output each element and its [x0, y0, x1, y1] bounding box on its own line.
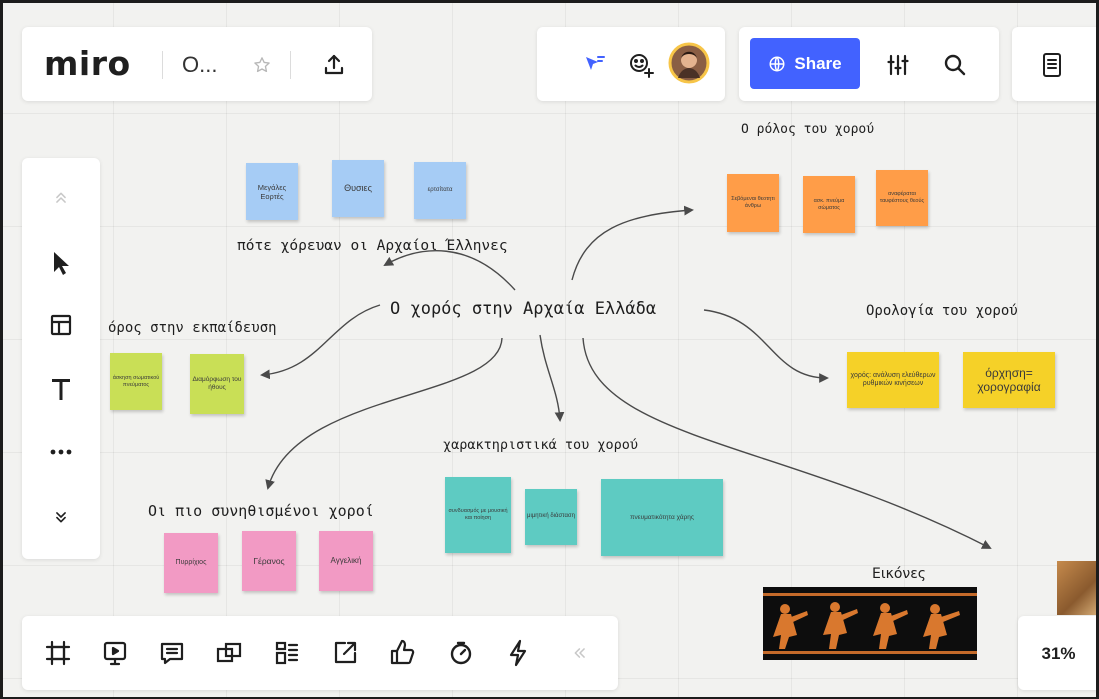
connector-education: [260, 304, 381, 380]
sticky-note[interactable]: ερτσίτατα: [414, 162, 466, 219]
more-tools-icon[interactable]: [44, 440, 78, 464]
voting-icon[interactable]: [385, 635, 419, 669]
connector-when: [383, 250, 516, 291]
sticky-note[interactable]: αναφέραται ταυφέστους θεούς: [876, 170, 928, 226]
sticky-note[interactable]: συνδυασμός με μουσική και ποίηση: [445, 477, 511, 553]
collapse-left-icon[interactable]: [568, 641, 592, 665]
timer-icon[interactable]: [445, 637, 477, 669]
sticky-note[interactable]: Διαμόρφωση του ήθους: [190, 354, 244, 414]
divider: [162, 51, 163, 79]
sticky-note[interactable]: χορός: ανάλυση ελεύθερων ρυθμικών κινήσε…: [847, 352, 939, 408]
share-screen-icon[interactable]: [329, 637, 361, 669]
collapse-up-icon[interactable]: [46, 186, 76, 210]
bottom-toolbar: [22, 616, 618, 690]
miro-logo[interactable]: miro: [44, 44, 131, 83]
user-avatar[interactable]: [667, 41, 711, 85]
zoom-level[interactable]: 31%: [1018, 644, 1099, 664]
sticky-note[interactable]: όρχηση= χορογραφία: [963, 352, 1055, 408]
connector-common: [265, 337, 503, 490]
left-toolbar: [22, 158, 100, 559]
statue-photo-image[interactable]: [1057, 561, 1099, 615]
sticky-note[interactable]: Θυσιες: [332, 160, 384, 217]
greek-dance-fresco-image[interactable]: [763, 587, 977, 660]
sticky-note[interactable]: Γέρανος: [242, 531, 296, 591]
sticky-note[interactable]: Σεβόμεναι θεοτητι άνθρω: [727, 174, 779, 232]
connector-characteristics: [539, 334, 565, 422]
sticky-note[interactable]: ασκ. πνεύμα σώματος: [803, 176, 855, 233]
frames-icon[interactable]: [42, 637, 74, 669]
sticky-note[interactable]: πνευματικότητα χάρης: [601, 479, 723, 556]
board-name[interactable]: O...: [182, 52, 217, 78]
collaboration-panel: [537, 27, 725, 101]
share-button-label: Share: [794, 53, 842, 73]
connector-terminology: [703, 309, 829, 383]
connector-role: [571, 205, 694, 281]
notes-panel: [1012, 27, 1099, 101]
group-label-education[interactable]: όρος στην εκπαίδευση: [108, 320, 277, 336]
upload-icon[interactable]: [318, 49, 350, 81]
globe-icon: [768, 55, 786, 73]
zoom-panel: 31%: [1018, 616, 1099, 690]
share-panel: Share: [739, 27, 999, 101]
text-tool-icon[interactable]: [44, 372, 78, 406]
group-label-characteristics[interactable]: χαρακτηριστικά του χορού: [443, 437, 638, 453]
search-icon[interactable]: [939, 49, 971, 81]
reactions-icon[interactable]: [579, 49, 611, 81]
expand-down-icon[interactable]: [46, 505, 76, 529]
group-label-when[interactable]: πότε χόρευαν οι Αρχαίοι Έλληνες: [237, 238, 508, 254]
board-title-panel: miro O...: [22, 27, 372, 101]
divider: [290, 51, 291, 79]
group-label-role[interactable]: Ο ρόλος του χορού: [741, 122, 874, 137]
cards-icon[interactable]: [212, 637, 246, 669]
sticky-note[interactable]: άσκηση σωματικού πνεύματος: [110, 353, 162, 410]
notes-icon[interactable]: [1036, 49, 1068, 81]
share-button[interactable]: Share: [750, 38, 860, 89]
star-icon[interactable]: [250, 53, 274, 77]
add-collaborator-icon[interactable]: [623, 47, 659, 83]
sticky-note[interactable]: Πυρρίχιος: [164, 533, 218, 593]
group-label-common[interactable]: Οι πιο συνηθισμένοι χοροί: [148, 502, 374, 520]
group-label-terminology[interactable]: Ορολογία του χορού: [866, 303, 1018, 319]
presentation-icon[interactable]: [99, 637, 131, 669]
group-label-images[interactable]: Εικόνες: [872, 566, 926, 582]
kanban-icon[interactable]: [271, 637, 303, 669]
comments-icon[interactable]: [156, 637, 188, 669]
sticky-note[interactable]: Μεγάλες Εορτές: [246, 163, 298, 220]
templates-icon[interactable]: [44, 308, 78, 342]
mindmap-center-title[interactable]: Ο χορός στην Αρχαία Ελλάδα: [390, 299, 656, 319]
power-icon[interactable]: [502, 637, 534, 669]
settings-sliders-icon[interactable]: [882, 49, 914, 81]
sticky-note[interactable]: μιμητική διάσταση: [525, 489, 577, 545]
select-cursor-icon[interactable]: [44, 246, 78, 280]
sticky-note[interactable]: Αγγελική: [319, 531, 373, 591]
